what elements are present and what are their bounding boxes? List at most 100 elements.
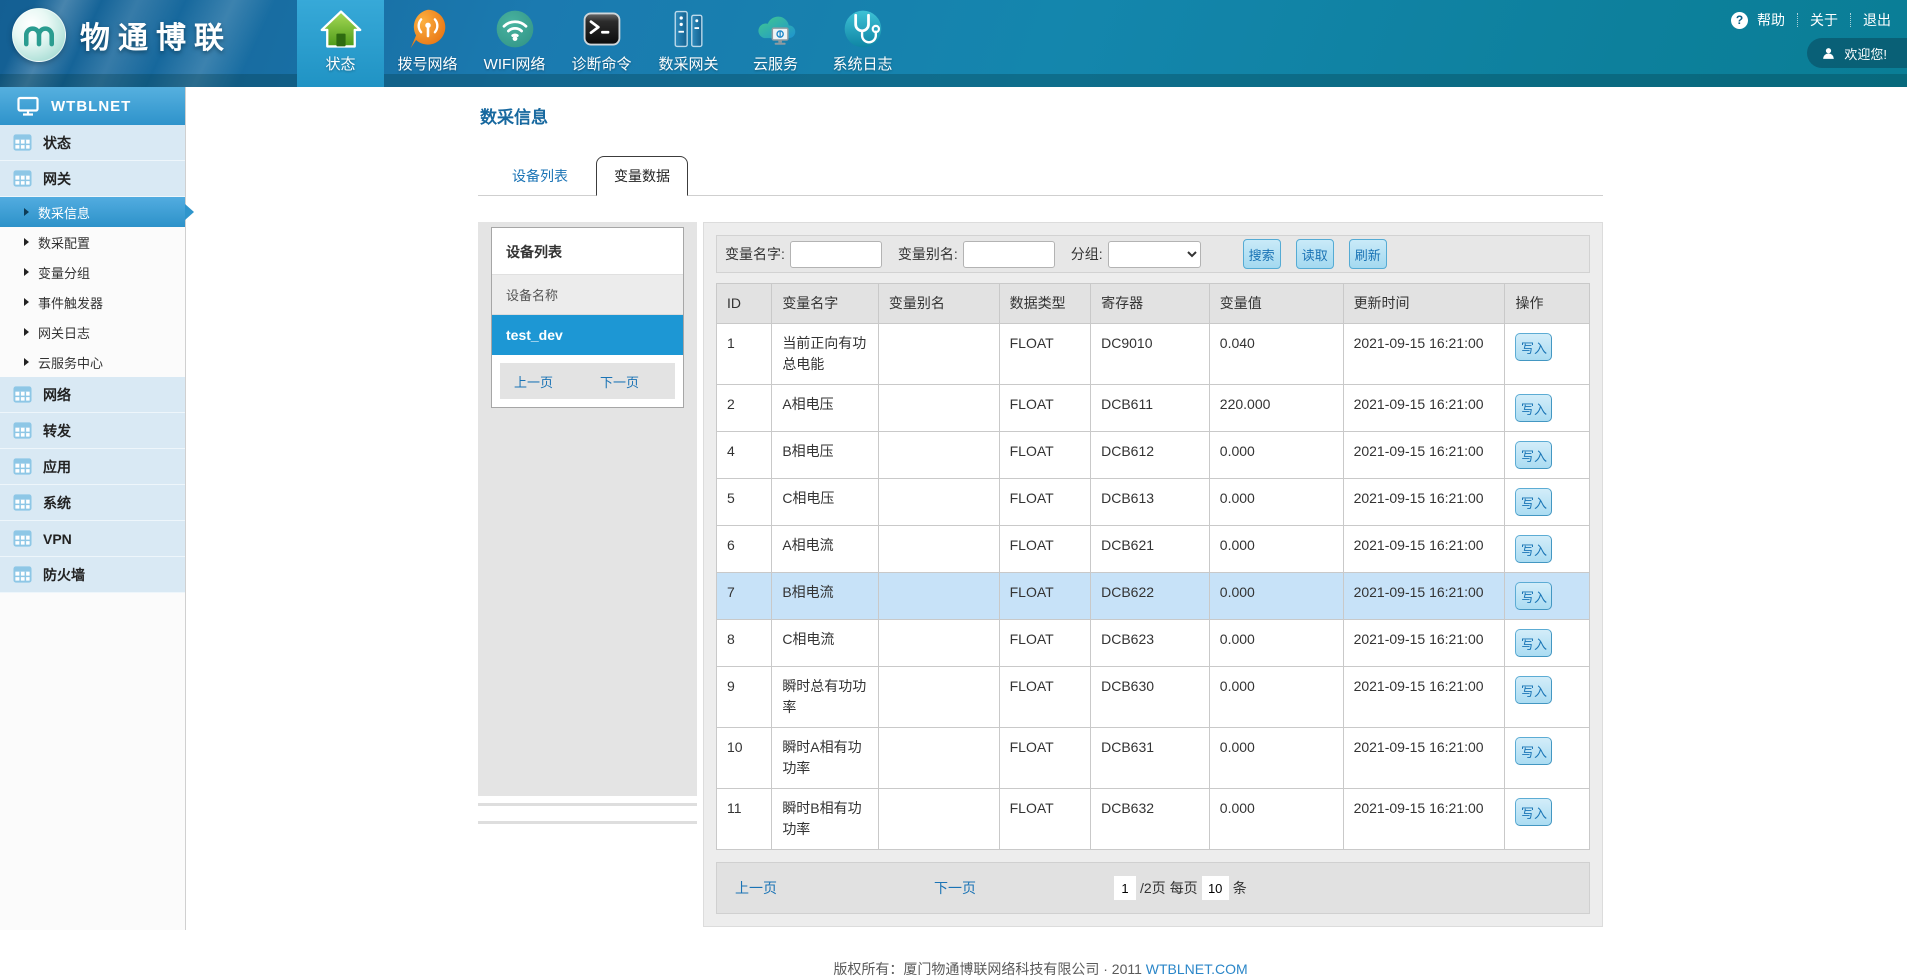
write-button[interactable]: 写入: [1515, 333, 1552, 361]
group-select[interactable]: [1108, 241, 1201, 268]
write-button[interactable]: 写入: [1515, 629, 1552, 657]
active-item-arrow: [185, 204, 194, 220]
write-button[interactable]: 写入: [1515, 676, 1552, 704]
device-pager: 上一页 下一页: [500, 363, 675, 399]
sidebar-item[interactable]: 应用: [0, 449, 185, 485]
variable-alias-label: 变量别名:: [898, 244, 958, 264]
cell-register: DCB612: [1091, 432, 1210, 479]
sidebar-item[interactable]: 系统: [0, 485, 185, 521]
variable-name-input[interactable]: [790, 241, 882, 268]
table-row: 11 瞬时B相有功功率 FLOAT DCB632 0.000 2021-09-1…: [717, 789, 1590, 850]
page-number-input[interactable]: [1114, 876, 1136, 900]
sidebar-subitem[interactable]: 数采信息: [0, 197, 185, 227]
page-title: 数采信息: [480, 103, 1603, 128]
cell-actions: 写入: [1505, 728, 1590, 789]
cell-actions: 写入: [1505, 789, 1590, 850]
variable-alias-input[interactable]: [963, 241, 1055, 268]
about-link[interactable]: 关于: [1810, 10, 1838, 30]
search-button[interactable]: 搜索: [1243, 239, 1281, 269]
help-link[interactable]: 帮助: [1757, 10, 1785, 30]
tab-device-list[interactable]: 设备列表: [500, 157, 580, 195]
logout-link[interactable]: 退出: [1863, 10, 1891, 30]
nav-item[interactable]: 系统日志: [819, 0, 906, 87]
write-button[interactable]: 写入: [1515, 798, 1552, 826]
device-row[interactable]: test_dev: [492, 315, 683, 355]
footer-year: 2011: [1112, 961, 1142, 977]
divider: [478, 821, 697, 824]
prev-page-link[interactable]: 上一页: [735, 878, 777, 898]
arrow-right-icon: [24, 298, 29, 306]
device-prev-link[interactable]: 上一页: [514, 372, 553, 391]
nav-item[interactable]: 诊断命令: [558, 0, 645, 87]
sidebar-item[interactable]: 状态: [0, 125, 185, 161]
table-row: 1 当前正向有功总电能 FLOAT DC9010 0.040 2021-09-1…: [717, 324, 1590, 385]
refresh-button[interactable]: 刷新: [1349, 239, 1387, 269]
arrow-right-icon: [24, 208, 29, 216]
cell-variable-alias: [878, 573, 999, 620]
write-button[interactable]: 写入: [1515, 582, 1552, 610]
device-list-column: 设备列表 设备名称 test_dev 上一页 下一页: [478, 222, 697, 824]
cell-register: DCB623: [1091, 620, 1210, 667]
arrow-right-icon: [24, 328, 29, 336]
write-button[interactable]: 写入: [1515, 488, 1552, 516]
cell-data-type: FLOAT: [999, 667, 1091, 728]
nav-item[interactable]: WIFI网络: [471, 0, 558, 87]
nav-label: 数采网关: [658, 53, 718, 74]
per-page-label: 每页: [1170, 878, 1198, 898]
read-button[interactable]: 读取: [1296, 239, 1334, 269]
sidebar-subitem[interactable]: 变量分组: [0, 257, 185, 287]
sidebar-brand-label: WTBLNET: [51, 98, 131, 115]
sidebar-subitem[interactable]: 数采配置: [0, 227, 185, 257]
footer-link[interactable]: WTBLNET.COM: [1146, 961, 1248, 977]
page-size-input[interactable]: [1202, 876, 1229, 900]
nav-item[interactable]: 拨号网络: [384, 0, 471, 87]
arrow-right-icon: [24, 268, 29, 276]
brand-logo-icon: [12, 8, 66, 62]
cell-variable-alias: [878, 526, 999, 573]
divider: [478, 803, 697, 806]
next-page-link[interactable]: 下一页: [934, 878, 976, 898]
cell-update-time: 2021-09-15 16:21:00: [1343, 573, 1505, 620]
device-next-link[interactable]: 下一页: [600, 372, 639, 391]
cell-actions: 写入: [1505, 324, 1590, 385]
sidebar-subitem[interactable]: 云服务中心: [0, 347, 185, 377]
cell-register: DCB632: [1091, 789, 1210, 850]
table-row: 2 A相电压 FLOAT DCB611 220.000 2021-09-15 1…: [717, 385, 1590, 432]
sidebar-item[interactable]: VPN: [0, 521, 185, 557]
sidebar-item[interactable]: 防火墙: [0, 557, 185, 593]
cell-data-type: FLOAT: [999, 728, 1091, 789]
sidebar-subitem-label: 网关日志: [38, 323, 90, 342]
sidebar-item[interactable]: 网络: [0, 377, 185, 413]
write-button[interactable]: 写入: [1515, 737, 1552, 765]
sidebar-item[interactable]: 网关: [0, 161, 185, 197]
cell-update-time: 2021-09-15 16:21:00: [1343, 324, 1505, 385]
cell-register: DCB630: [1091, 667, 1210, 728]
separator: [1797, 13, 1798, 27]
nav-item[interactable]: 数采网关: [645, 0, 732, 87]
column-header: 变量值: [1209, 284, 1343, 324]
cell-id: 11: [717, 789, 772, 850]
write-button[interactable]: 写入: [1515, 394, 1552, 422]
cell-variable-alias: [878, 385, 999, 432]
arrow-right-icon: [24, 358, 29, 366]
cell-variable-name: C相电压: [772, 479, 879, 526]
cell-data-type: FLOAT: [999, 324, 1091, 385]
write-button[interactable]: 写入: [1515, 535, 1552, 563]
cell-register: DCB611: [1091, 385, 1210, 432]
sidebar-subitem-label: 数采配置: [38, 233, 90, 252]
write-button[interactable]: 写入: [1515, 441, 1552, 469]
sidebar-item-label: 应用: [43, 457, 71, 477]
cell-variable-name: 瞬时A相有功功率: [772, 728, 879, 789]
sidebar-item[interactable]: 转发: [0, 413, 185, 449]
cell-register: DCB631: [1091, 728, 1210, 789]
sidebar-subitem[interactable]: 网关日志: [0, 317, 185, 347]
cell-value: 0.000: [1209, 620, 1343, 667]
cell-variable-alias: [878, 789, 999, 850]
table-header-row: ID变量名字变量别名数据类型寄存器变量值更新时间操作: [717, 284, 1590, 324]
sidebar-subitem[interactable]: 事件触发器: [0, 287, 185, 317]
cell-id: 5: [717, 479, 772, 526]
nav-icon: [319, 7, 363, 51]
nav-item[interactable]: 状态: [297, 0, 384, 87]
nav-item[interactable]: 云服务: [732, 0, 819, 87]
tab-variable-data[interactable]: 变量数据: [596, 156, 688, 196]
